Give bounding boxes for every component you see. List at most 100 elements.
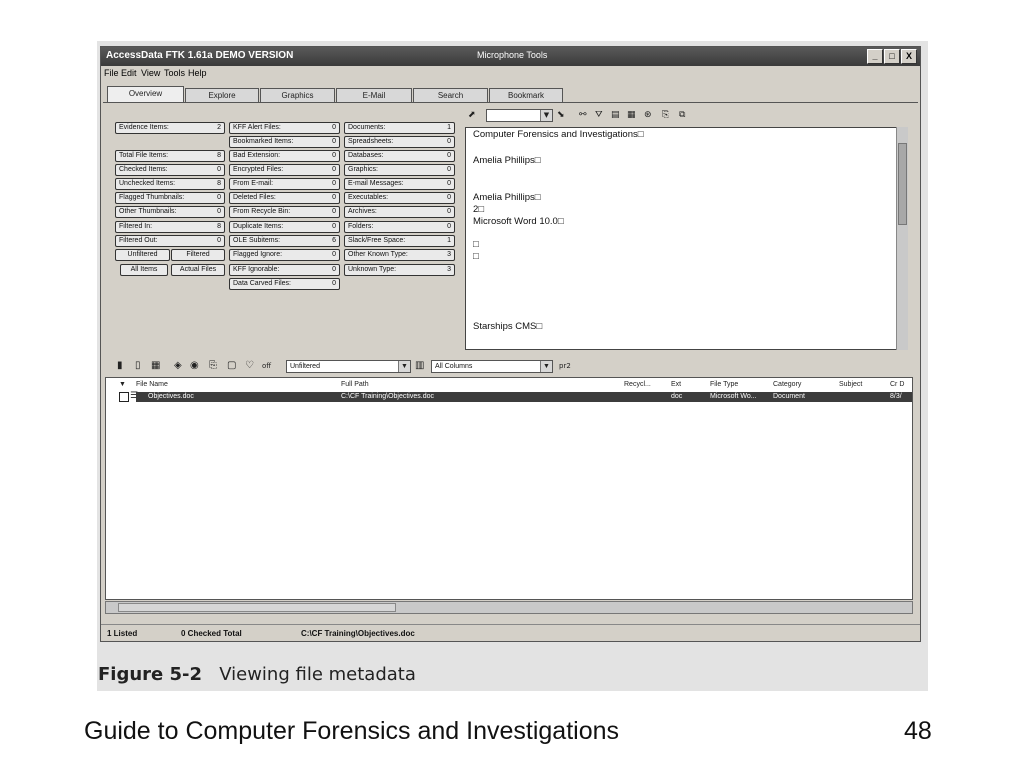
column-header[interactable]: Category <box>773 381 801 388</box>
stat-evidence-items[interactable]: Evidence Items: 2 <box>115 122 225 134</box>
stat-other-thumbnails[interactable]: Other Thumbnails: 0 <box>115 206 225 218</box>
stat-executables[interactable]: Executables: 0 <box>344 192 455 204</box>
stat-kff-alert-files[interactable]: KFF Alert Files: 0 <box>229 122 340 134</box>
cell-category: Document <box>773 393 805 400</box>
sort-icon[interactable]: ▼ <box>119 381 126 388</box>
tab-email[interactable]: E-Mail <box>336 88 412 102</box>
stat-filtered-in[interactable]: Filtered In: 8 <box>115 221 225 233</box>
stat-total-file-items[interactable]: Total File Items: 8 <box>115 150 225 162</box>
tab-search[interactable]: Search <box>413 88 488 102</box>
options-icon[interactable]: ⊛ <box>644 109 652 121</box>
stat-filtered-out[interactable]: Filtered Out: 0 <box>115 235 225 247</box>
scrollbar-thumb[interactable] <box>118 603 396 612</box>
bookmark-icon[interactable]: ♡ <box>245 360 254 372</box>
stat-documents[interactable]: Documents: 1 <box>344 122 455 134</box>
scrollbar-thumb[interactable] <box>898 143 907 225</box>
stat-email-messages[interactable]: E-mail Messages: 0 <box>344 178 455 190</box>
status-path: C:\CF Training\Objectives.doc <box>301 629 415 638</box>
stat-flagged-thumbnails[interactable]: Flagged Thumbnails: 0 <box>115 192 225 204</box>
stat-deleted-files[interactable]: Deleted Files: 0 <box>229 192 340 204</box>
filtered-button[interactable]: Filtered <box>171 249 225 261</box>
menu-edit[interactable]: Edit <box>121 68 137 78</box>
stat-from-email[interactable]: From E-mail: 0 <box>229 178 340 190</box>
page-icon[interactable]: ⎘ <box>662 109 669 121</box>
tab-graphics[interactable]: Graphics <box>260 88 335 102</box>
chevron-down-icon[interactable]: ▼ <box>398 361 410 372</box>
menu-file[interactable]: File <box>104 68 119 78</box>
stat-checked-items[interactable]: Checked Items: 0 <box>115 164 225 176</box>
stat-bad-extension[interactable]: Bad Extension: 0 <box>229 150 340 162</box>
color-icon[interactable]: ◉ <box>190 360 199 372</box>
stat-unknown-type[interactable]: Unknown Type: 3 <box>344 264 455 276</box>
close-button[interactable]: X <box>901 49 917 64</box>
tag-icon[interactable]: ◈ <box>174 360 182 372</box>
tab-explore[interactable]: Explore <box>185 88 259 102</box>
menu-view[interactable]: View <box>141 68 160 78</box>
filter-icon[interactable]: ⛛ <box>595 109 603 121</box>
column-header[interactable]: File Type <box>710 381 738 388</box>
find-next-icon[interactable]: ⬊ <box>557 109 565 121</box>
ftk-window: AccessData FTK 1.61a DEMO VERSION Microp… <box>100 46 921 642</box>
stat-data-carved-files[interactable]: Data Carved Files: 0 <box>229 278 340 290</box>
chevron-down-icon[interactable]: ▼ <box>540 110 552 121</box>
stat-unchecked-items[interactable]: Unchecked Items: 8 <box>115 178 225 190</box>
grid-icon[interactable]: ▦ <box>627 109 636 121</box>
viewer-vertical-scrollbar[interactable] <box>896 127 908 350</box>
column-header[interactable]: Recycl... <box>624 381 651 388</box>
column-header[interactable]: Ext <box>671 381 681 388</box>
viewer-combo[interactable]: ▼ <box>486 109 553 122</box>
stat-value: 0 <box>332 280 336 287</box>
stat-other-known-type[interactable]: Other Known Type: 3 <box>344 249 455 261</box>
stat-encrypted-files[interactable]: Encrypted Files: 0 <box>229 164 340 176</box>
export-icon[interactable]: ⎘ <box>209 360 217 372</box>
unfiltered-button[interactable]: Unfiltered <box>115 249 170 261</box>
tab-bookmark[interactable]: Bookmark <box>489 88 563 102</box>
figure-label: Figure 5-2 <box>98 664 203 685</box>
stat-duplicate-items[interactable]: Duplicate Items: 0 <box>229 221 340 233</box>
maximize-button[interactable]: □ <box>884 49 900 64</box>
stat-graphics[interactable]: Graphics: 0 <box>344 164 455 176</box>
column-header[interactable]: Full Path <box>341 381 369 388</box>
calendar-icon[interactable]: ▤ <box>611 109 620 121</box>
filter-combo[interactable]: Unfiltered ▼ <box>286 360 411 373</box>
column-header[interactable]: File Name <box>136 381 168 388</box>
row-checkbox[interactable] <box>119 392 129 402</box>
menu-help[interactable]: Help <box>188 68 207 78</box>
stat-value: 0 <box>332 124 336 131</box>
list-icon[interactable]: ▦ <box>151 360 160 372</box>
file-list[interactable]: ▼ File Name Full Path Recycl... Ext File… <box>105 377 913 600</box>
find-icon[interactable]: ⬈ <box>468 109 476 121</box>
off-icon[interactable]: off <box>262 360 271 372</box>
file-content-viewer[interactable]: Computer Forensics and Investigations□ A… <box>465 127 908 350</box>
copy-icon[interactable]: ⧉ <box>679 109 685 121</box>
stat-archives[interactable]: Archives: 0 <box>344 206 455 218</box>
stat-slack-free-space[interactable]: Slack/Free Space: 1 <box>344 235 455 247</box>
stat-databases[interactable]: Databases: 0 <box>344 150 455 162</box>
uncheck-icon[interactable]: ▯ <box>135 360 141 372</box>
tab-overview[interactable]: Overview <box>107 86 184 102</box>
stat-value: 0 <box>332 180 336 187</box>
all-items-button[interactable]: All Items <box>120 264 168 276</box>
stat-bookmarked-items[interactable]: Bookmarked Items: 0 <box>229 136 340 148</box>
columns-icon[interactable]: ▥ <box>415 360 424 372</box>
actual-files-button[interactable]: Actual Files <box>171 264 225 276</box>
stat-kff-ignorable[interactable]: KFF Ignorable: 0 <box>229 264 340 276</box>
minimize-button[interactable]: _ <box>867 49 883 64</box>
binoculars-icon[interactable]: ⚯ <box>579 109 587 121</box>
stat-from-recycle-bin[interactable]: From Recycle Bin: 0 <box>229 206 340 218</box>
column-header[interactable]: Cr D <box>890 381 904 388</box>
stat-value: 0 <box>332 166 336 173</box>
column-header[interactable]: Subject <box>839 381 862 388</box>
columns-combo[interactable]: All Columns ▼ <box>431 360 553 373</box>
stat-spreadsheets[interactable]: Spreadsheets: 0 <box>344 136 455 148</box>
stat-folders[interactable]: Folders: 0 <box>344 221 455 233</box>
stat-flagged-ignore[interactable]: Flagged Ignore: 0 <box>229 249 340 261</box>
check-icon[interactable]: ▮ <box>117 360 123 372</box>
stat-label: Graphics: <box>348 166 378 173</box>
stat-ole-subitems[interactable]: OLE Subitems: 6 <box>229 235 340 247</box>
menu-tools[interactable]: Tools <box>164 68 185 78</box>
chevron-down-icon[interactable]: ▼ <box>540 361 552 372</box>
document-icon[interactable]: ▢ <box>227 360 236 372</box>
stat-value: 3 <box>447 251 451 258</box>
list-horizontal-scrollbar[interactable] <box>105 601 913 614</box>
